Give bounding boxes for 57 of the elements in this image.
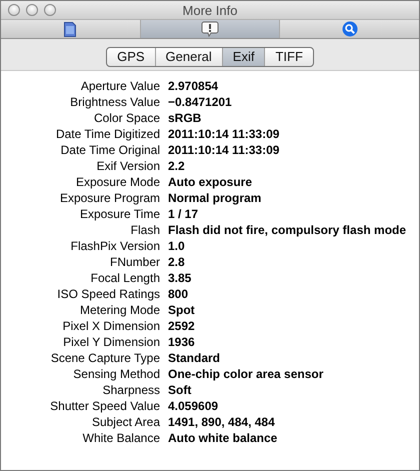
property-label: Color Space bbox=[92, 111, 160, 125]
property-label: Flash bbox=[130, 223, 160, 237]
property-value: sRGB bbox=[168, 111, 202, 125]
property-value: Standard bbox=[168, 351, 222, 365]
property-label: Aperture Value bbox=[80, 79, 160, 93]
property-value: One-chip color area sensor bbox=[168, 367, 324, 381]
property-label: Exposure Time bbox=[78, 207, 160, 221]
property-label: Exif Version bbox=[96, 159, 160, 173]
property-label: Scene Capture Type bbox=[50, 351, 160, 365]
property-value: 4.059609 bbox=[168, 399, 220, 413]
property-label: FlashPix Version bbox=[70, 239, 160, 253]
property-label: White Balance bbox=[82, 431, 160, 445]
property-label: Pixel Y Dimension bbox=[62, 335, 160, 349]
close-button[interactable] bbox=[8, 4, 20, 16]
property-value: 1 / 17 bbox=[168, 207, 200, 221]
property-label: ISO Speed Ratings bbox=[56, 287, 160, 301]
property-label: Exposure Program bbox=[58, 191, 160, 205]
property-label: Brightness Value bbox=[69, 95, 160, 109]
property-value: 2011:10:14 11:33:09 bbox=[168, 143, 280, 157]
alert-toolbar-button[interactable] bbox=[140, 20, 280, 38]
property-value: 2592 bbox=[168, 319, 196, 333]
tab[interactable]: TIFF bbox=[265, 48, 313, 66]
property-value: 2.8 bbox=[168, 255, 186, 269]
property-value: Auto white balance bbox=[168, 431, 278, 445]
zoom-button[interactable] bbox=[44, 4, 56, 16]
property-label: Exposure Mode bbox=[74, 175, 160, 189]
property-value: 800 bbox=[168, 287, 190, 301]
property-value: 2.2 bbox=[168, 159, 186, 173]
property-value: Flash did not fire, compulsory flash mode bbox=[168, 223, 408, 237]
property-value: −0.8471201 bbox=[168, 95, 233, 109]
search-icon bbox=[342, 21, 358, 37]
property-label: Shutter Speed Value bbox=[49, 399, 160, 413]
property-label: Date Time Original bbox=[60, 143, 160, 157]
property-label: Sharpness bbox=[102, 383, 160, 397]
property-value: Normal program bbox=[168, 191, 262, 205]
property-value: 2.970854 bbox=[168, 79, 220, 93]
document-icon bbox=[64, 22, 76, 36]
property-value: 2011:10:14 11:33:09 bbox=[168, 127, 280, 141]
minimize-button[interactable] bbox=[26, 4, 38, 16]
speech-bubble-icon bbox=[201, 21, 219, 37]
property-value: Auto exposure bbox=[168, 175, 254, 189]
tab[interactable]: GPS bbox=[107, 48, 156, 66]
property-value: Spot bbox=[168, 303, 196, 317]
property-label: Subject Area bbox=[90, 415, 160, 429]
property-label: Focal Length bbox=[90, 271, 160, 285]
property-value: 1.0 bbox=[168, 239, 186, 253]
property-label: Metering Mode bbox=[78, 303, 160, 317]
property-label: Sensing Method bbox=[72, 367, 160, 381]
property-label: Pixel X Dimension bbox=[62, 319, 160, 333]
tab[interactable]: Exif bbox=[222, 48, 266, 66]
property-value: 1936 bbox=[168, 335, 196, 349]
property-label: Date Time Digitized bbox=[54, 127, 160, 141]
property-label: FNumber bbox=[108, 255, 160, 269]
property-value: 3.85 bbox=[168, 271, 192, 285]
property-value: 1491, 890, 484, 484 bbox=[168, 415, 276, 429]
window-title: More Info bbox=[182, 2, 238, 18]
property-value: Soft bbox=[168, 383, 192, 397]
